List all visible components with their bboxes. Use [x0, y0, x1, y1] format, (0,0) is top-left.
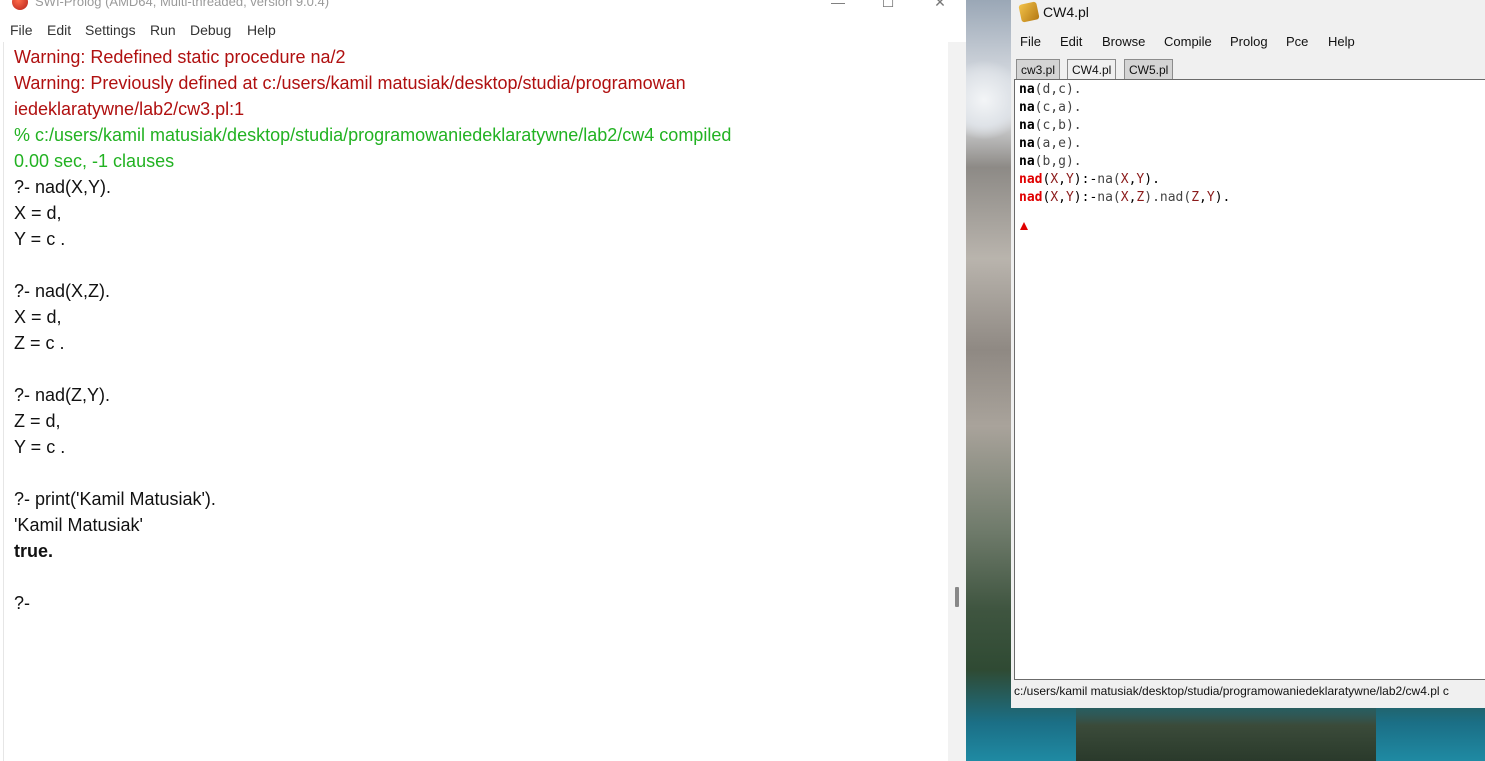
console-scrollbar[interactable] [948, 42, 966, 761]
scrollbar-thumb[interactable] [955, 587, 959, 607]
code-token: X [1120, 172, 1129, 187]
code-token: na( [1097, 190, 1121, 205]
code-token: na [1019, 154, 1035, 169]
console-title: SWI-Prolog (AMD64, Multi-threaded, versi… [35, 0, 330, 9]
menu-settings[interactable]: Settings [85, 22, 136, 38]
console-line: ?- print('Kamil Matusiak'). [14, 489, 216, 509]
console-line: Y = c . [14, 437, 66, 457]
console-line: 'Kamil Matusiak' [14, 515, 143, 535]
console-line: Z = c . [14, 333, 65, 353]
code-line: nad(X,Y):-na(X,Y). [1019, 171, 1160, 189]
code-token: nad [1019, 190, 1043, 205]
console-output-area[interactable]: Warning: Redefined static procedure na/2… [3, 42, 949, 761]
console-line: ?- nad(X,Z). [14, 281, 111, 301]
code-token: , [1058, 190, 1066, 205]
console-line: Warning: Previously defined at c:/users/… [14, 73, 686, 93]
console-line: ?- [14, 593, 31, 613]
code-token: na [1019, 118, 1035, 133]
editor-menu-prolog[interactable]: Prolog [1230, 34, 1268, 49]
console-titlebar[interactable]: SWI-Prolog (AMD64, Multi-threaded, versi… [0, 0, 966, 14]
console-line: iedeklaratywne/lab2/cw3.pl:1 [14, 99, 245, 119]
console-line: Warning: Redefined static procedure na/2 [14, 47, 346, 67]
wallpaper-village [1076, 701, 1376, 761]
console-line: % c:/users/kamil matusiak/desktop/studia… [14, 125, 732, 145]
code-token: , [1199, 190, 1207, 205]
code-token: (b,g). [1034, 154, 1082, 169]
code-line: na(b,g). [1019, 153, 1082, 171]
editor-menu-file[interactable]: File [1020, 34, 1041, 49]
editor-menu-compile[interactable]: Compile [1164, 34, 1212, 49]
console-line: Y = c . [14, 229, 66, 249]
editor-status-path: c:/users/kamil matusiak/desktop/studia/p… [1014, 684, 1449, 698]
code-token: na [1019, 136, 1035, 151]
console-line: ?- nad(X,Y). [14, 177, 112, 197]
menu-file[interactable]: File [10, 22, 33, 38]
editor-menu-help[interactable]: Help [1328, 34, 1355, 49]
console-line: Z = d, [14, 411, 61, 431]
editor-title: CW4.pl [1043, 4, 1089, 20]
console-menubar: File Edit Settings Run Debug Help [0, 20, 966, 42]
tab-cw3[interactable]: cw3.pl [1016, 59, 1061, 80]
editor-menu-browse[interactable]: Browse [1102, 34, 1145, 49]
code-token: (c,b). [1034, 118, 1082, 133]
editor-code-area[interactable]: na(d,c). na(c,a). na(c,b). na(a,e). na(b,g).… [1014, 79, 1485, 680]
code-token: ):- [1073, 190, 1098, 205]
console-line: X = d, [14, 203, 62, 223]
code-token: ). [1214, 190, 1231, 205]
close-icon[interactable]: ✕ [930, 0, 950, 11]
code-token: ).nad( [1144, 190, 1192, 205]
code-line: nad(X,Y):-na(X,Z).nad(Z,Y). [1019, 189, 1230, 207]
code-token: nad [1019, 172, 1043, 187]
code-line: na(a,e). [1019, 135, 1082, 153]
editor-menu-edit[interactable]: Edit [1060, 34, 1082, 49]
code-token: (d,c). [1034, 82, 1082, 97]
code-token: Y [1065, 190, 1074, 205]
console-line: true. [14, 541, 54, 561]
code-token: X [1120, 190, 1129, 205]
code-token: , [1058, 172, 1066, 187]
pceemacs-editor-window: CW4.pl File Edit Browse Compile Prolog P… [1011, 0, 1485, 708]
code-token: (c,a). [1034, 100, 1082, 115]
console-line: X = d, [14, 307, 62, 327]
code-token: Y [1065, 172, 1074, 187]
tab-cw4[interactable]: CW4.pl [1067, 59, 1117, 81]
code-token: X [1050, 172, 1059, 187]
code-token: Y [1206, 190, 1215, 205]
tab-cw5[interactable]: CW5.pl [1124, 59, 1174, 80]
maximize-icon[interactable]: ☐ [878, 0, 898, 11]
error-caret-icon [1020, 222, 1028, 230]
code-token: na( [1097, 172, 1121, 187]
swi-prolog-owl-icon [12, 0, 28, 10]
code-line: na(c,a). [1019, 99, 1082, 117]
console-line: 0.00 sec, -1 clauses [14, 151, 175, 171]
minimize-icon[interactable]: — [828, 0, 848, 10]
menu-help[interactable]: Help [247, 22, 276, 38]
code-token: ):- [1073, 172, 1098, 187]
editor-menu-pce[interactable]: Pce [1286, 34, 1308, 49]
editor-titlebar[interactable]: CW4.pl [1011, 0, 1485, 28]
code-token: ). [1144, 172, 1160, 187]
code-token: Z [1191, 190, 1200, 205]
menu-debug[interactable]: Debug [190, 22, 231, 38]
console-line: ?- nad(Z,Y). [14, 385, 111, 405]
editor-menubar: File Edit Browse Compile Prolog Pce Help [1011, 32, 1485, 54]
swi-prolog-console-window: SWI-Prolog (AMD64, Multi-threaded, versi… [0, 0, 966, 761]
code-token: X [1050, 190, 1059, 205]
code-token: na [1019, 82, 1035, 97]
pceemacs-file-icon [1018, 1, 1040, 23]
menu-run[interactable]: Run [150, 22, 176, 38]
code-line: na(d,c). [1019, 81, 1082, 99]
code-line: na(c,b). [1019, 117, 1082, 135]
menu-edit[interactable]: Edit [47, 22, 71, 38]
code-token: na [1019, 100, 1035, 115]
code-token: (a,e). [1034, 136, 1082, 151]
